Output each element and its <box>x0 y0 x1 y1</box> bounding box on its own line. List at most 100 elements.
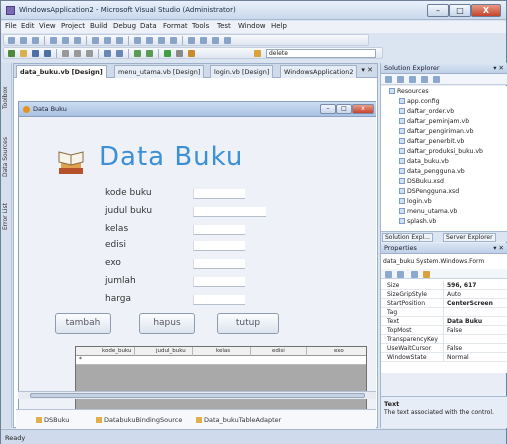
menu-data[interactable]: Data <box>140 22 157 30</box>
designer-horizontal-scrollbar[interactable] <box>18 391 376 399</box>
vertical-spacing-icon[interactable] <box>146 37 153 44</box>
make-same-width-icon[interactable] <box>92 37 99 44</box>
property-row[interactable]: StartPosition CenterScreen <box>381 299 507 308</box>
save-all-icon[interactable] <box>44 50 51 57</box>
find-icon[interactable] <box>176 50 183 57</box>
property-row[interactable]: WindowState Normal <box>381 353 507 362</box>
tab-menu-utama-design[interactable]: menu_utama.vb [Design] <box>114 65 205 78</box>
menu-project[interactable]: Project <box>61 22 85 30</box>
show-all-files-icon[interactable] <box>397 76 404 83</box>
tree-item[interactable]: daftar_produksi_buku.vb <box>399 148 483 155</box>
properties-icon[interactable] <box>385 76 392 83</box>
tab-login-design[interactable]: login.vb [Design] <box>210 65 274 78</box>
menu-test[interactable]: Test <box>217 22 231 30</box>
center-horizontally-icon[interactable] <box>158 37 165 44</box>
horizontal-spacing-icon[interactable] <box>134 37 141 44</box>
tab-server-explorer[interactable]: Server Explorer <box>443 233 496 242</box>
judul-buku-input[interactable] <box>193 207 266 217</box>
categorized-icon[interactable] <box>385 271 392 278</box>
tray-dsbuku[interactable]: DSBuku <box>36 416 69 424</box>
undo-icon[interactable] <box>104 50 111 57</box>
view-code-icon[interactable] <box>421 76 428 83</box>
tree-item[interactable]: DSPengguna.xsd <box>399 188 459 195</box>
navigate-forward-icon[interactable] <box>146 50 153 57</box>
form-minimize-button[interactable]: – <box>320 104 336 114</box>
menu-build[interactable]: Build <box>90 22 108 30</box>
property-row[interactable]: Tag <box>381 308 507 317</box>
menu-format[interactable]: Format <box>163 22 188 30</box>
tree-item[interactable]: splash.vb <box>399 218 436 225</box>
property-row[interactable]: Text Data Buku <box>381 317 507 326</box>
tree-item[interactable]: DSBuku.xsd <box>399 178 444 185</box>
properties-close-icon[interactable]: ▾ ✕ <box>493 243 504 253</box>
align-bottom-icon[interactable] <box>74 37 81 44</box>
navigate-back-icon[interactable] <box>134 50 141 57</box>
tree-item[interactable]: Resources <box>389 88 429 95</box>
tambah-button[interactable]: tambah <box>55 313 111 334</box>
property-row[interactable]: TopMost False <box>381 326 507 335</box>
make-same-size-icon[interactable] <box>116 37 123 44</box>
grid-col-kode-buku[interactable]: kode_buku <box>102 348 131 354</box>
solution-config-icon[interactable] <box>188 50 195 57</box>
harga-input[interactable] <box>193 295 245 305</box>
panel-pin-icon[interactable]: ▾ ✕ <box>493 63 504 73</box>
bring-to-front-icon[interactable] <box>188 37 195 44</box>
paste-icon[interactable] <box>86 50 93 57</box>
align-middle-icon[interactable] <box>62 37 69 44</box>
property-row[interactable]: Size 596, 617 <box>381 281 507 290</box>
tab-data-buku-design[interactable]: data_buku.vb [Design] <box>16 65 107 78</box>
view-designer-icon[interactable] <box>433 76 440 83</box>
menu-debug[interactable]: Debug <box>113 22 136 30</box>
property-row[interactable]: UseWaitCursor False <box>381 344 507 353</box>
tree-item[interactable]: app.config <box>399 98 440 105</box>
close-button[interactable]: X <box>471 4 501 17</box>
tutup-button[interactable]: tutup <box>217 313 279 334</box>
tree-item[interactable]: login.vb <box>399 198 432 205</box>
tray-data-buku-tableadapter[interactable]: Data_bukuTableAdapter <box>196 416 281 424</box>
grid-new-row[interactable]: * <box>76 356 366 365</box>
tree-item[interactable]: daftar_pengiriman.vb <box>399 128 474 135</box>
menu-edit[interactable]: Edit <box>21 22 35 30</box>
kelas-input[interactable] <box>193 225 245 235</box>
minimize-button[interactable]: – <box>427 4 449 17</box>
tree-item[interactable]: menu_utama.vb <box>399 208 457 215</box>
data-sources-tab[interactable]: Data Sources <box>2 127 11 187</box>
lock-controls-icon[interactable] <box>224 37 231 44</box>
tab-order-icon[interactable] <box>212 37 219 44</box>
make-same-height-icon[interactable] <box>104 37 111 44</box>
align-top-icon[interactable] <box>50 37 57 44</box>
tab-solution-explorer[interactable]: Solution Expl... <box>382 233 433 242</box>
menu-window[interactable]: Window <box>238 22 266 30</box>
form-maximize-button[interactable]: □ <box>336 104 352 114</box>
cut-icon[interactable] <box>62 50 69 57</box>
refresh-icon[interactable] <box>409 76 416 83</box>
kode-buku-input[interactable] <box>193 189 245 199</box>
tree-item[interactable]: data_pengguna.vb <box>399 168 465 175</box>
tree-item[interactable]: daftar_order.vb <box>399 108 454 115</box>
jumlah-input[interactable] <box>193 277 245 287</box>
start-debugging-icon[interactable] <box>164 50 171 57</box>
toolbox-tab[interactable]: Toolbox <box>2 73 11 123</box>
edisi-input[interactable] <box>193 241 245 251</box>
save-icon[interactable] <box>32 50 39 57</box>
send-to-back-icon[interactable] <box>200 37 207 44</box>
menu-file[interactable]: File <box>5 22 17 30</box>
menu-view[interactable]: View <box>39 22 56 30</box>
find-combo[interactable]: delete <box>266 49 376 58</box>
maximize-button[interactable]: □ <box>449 4 471 17</box>
align-center-icon[interactable] <box>20 37 27 44</box>
property-row[interactable]: SizeGripStyle Auto <box>381 290 507 299</box>
error-list-tab[interactable]: Error List <box>2 191 11 241</box>
copy-icon[interactable] <box>74 50 81 57</box>
center-vertically-icon[interactable] <box>170 37 177 44</box>
open-file-icon[interactable] <box>20 50 27 57</box>
events-icon[interactable] <box>423 271 430 278</box>
grid-col-exo[interactable]: exo <box>334 348 344 354</box>
menu-help[interactable]: Help <box>271 22 287 30</box>
menu-tools[interactable]: Tools <box>192 22 209 30</box>
properties-view-icon[interactable] <box>411 271 418 278</box>
tree-item[interactable]: daftar_peminjam.vb <box>399 118 469 125</box>
data-buku-form[interactable]: Data Buku – □ x Data Buku kode buku judu… <box>18 101 376 429</box>
exo-input[interactable] <box>193 259 245 269</box>
form-close-button[interactable]: x <box>352 104 374 114</box>
